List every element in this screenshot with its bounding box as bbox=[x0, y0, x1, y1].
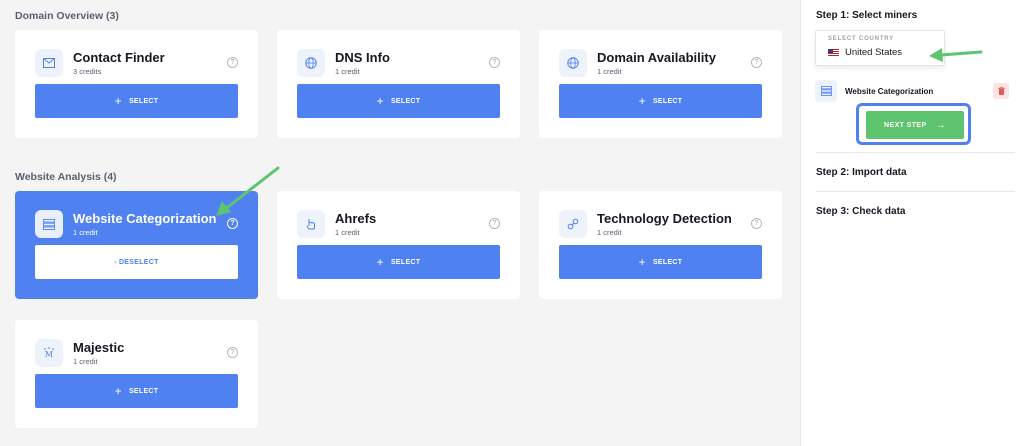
help-icon[interactable]: ? bbox=[227, 218, 238, 229]
deselect-button-website-categorization[interactable]: - DESELECT bbox=[35, 245, 238, 279]
card-dns-info: DNS Info 1 credit ? + SELECT bbox=[277, 30, 520, 138]
globe-icon bbox=[559, 49, 587, 77]
button-label: SELECT bbox=[128, 97, 159, 105]
card-title: Website Categorization bbox=[73, 211, 217, 226]
selected-miner-name: Website Categorization bbox=[845, 86, 934, 96]
step-1-title: Step 1: Select miners bbox=[816, 10, 918, 21]
card-credits: 3 credits bbox=[73, 67, 102, 76]
miners-area: Domain Overview (3) Contact Finder 3 cre… bbox=[0, 0, 800, 446]
next-step-label: NEXT STEP bbox=[884, 121, 927, 129]
button-label: SELECT bbox=[128, 387, 159, 395]
card-credits: 1 credit bbox=[335, 67, 360, 76]
trash-icon[interactable] bbox=[993, 83, 1009, 99]
majestic-icon: M bbox=[35, 339, 63, 367]
card-title: Majestic bbox=[73, 340, 125, 355]
select-button-dns-info[interactable]: + SELECT bbox=[297, 84, 500, 118]
card-title: DNS Info bbox=[335, 50, 390, 65]
help-icon[interactable]: ? bbox=[227, 57, 238, 68]
card-title: Domain Availability bbox=[597, 50, 716, 65]
card-title: Technology Detection bbox=[597, 211, 732, 226]
card-credits: 1 credit bbox=[597, 228, 622, 237]
card-contact-finder: Contact Finder 3 credits ? + SELECT bbox=[15, 30, 258, 138]
plus-icon: + bbox=[114, 384, 122, 398]
server-list-icon bbox=[815, 80, 837, 102]
card-credits: 1 credit bbox=[73, 228, 98, 237]
section-title-domain-overview: Domain Overview (3) bbox=[15, 10, 119, 22]
card-title: Ahrefs bbox=[335, 211, 377, 226]
minus-icon: - bbox=[114, 258, 117, 266]
svg-text:M: M bbox=[45, 350, 53, 359]
card-credits: 1 credit bbox=[597, 67, 622, 76]
select-button-domain-availability[interactable]: + SELECT bbox=[559, 84, 762, 118]
card-credits: 1 credit bbox=[335, 228, 360, 237]
select-button-majestic[interactable]: + SELECT bbox=[35, 374, 238, 408]
help-icon[interactable]: ? bbox=[489, 218, 500, 229]
button-label: DESELECT bbox=[118, 258, 159, 266]
help-icon[interactable]: ? bbox=[751, 57, 762, 68]
country-select[interactable]: SELECT COUNTRY United States bbox=[815, 30, 945, 66]
card-majestic: M Majestic 1 credit ? + SELECT bbox=[15, 320, 258, 428]
selected-miner-item: Website Categorization bbox=[815, 80, 1009, 102]
select-button-technology-detection[interactable]: + SELECT bbox=[559, 245, 762, 279]
server-list-icon bbox=[35, 210, 63, 238]
card-technology-detection: Technology Detection 1 credit ? + SELECT bbox=[539, 191, 782, 299]
card-title: Contact Finder bbox=[73, 50, 165, 65]
button-label: SELECT bbox=[652, 97, 683, 105]
steps-panel: Step 1: Select miners Step 2: Import dat… bbox=[800, 0, 1024, 446]
globe-icon bbox=[297, 49, 325, 77]
step-3-title[interactable]: Step 3: Check data bbox=[816, 206, 905, 217]
select-button-ahrefs[interactable]: + SELECT bbox=[297, 245, 500, 279]
envelope-icon bbox=[35, 49, 63, 77]
plus-icon: + bbox=[376, 94, 384, 108]
card-ahrefs: Ahrefs 1 credit ? + SELECT bbox=[277, 191, 520, 299]
button-label: SELECT bbox=[390, 258, 421, 266]
country-select-label: SELECT COUNTRY bbox=[828, 36, 894, 42]
section-title-website-analysis: Website Analysis (4) bbox=[15, 171, 117, 183]
help-icon[interactable]: ? bbox=[751, 218, 762, 229]
ahrefs-icon bbox=[297, 210, 325, 238]
button-label: SELECT bbox=[390, 97, 421, 105]
us-flag-icon bbox=[828, 49, 839, 56]
next-step-button[interactable]: NEXT STEP → bbox=[866, 111, 964, 139]
select-button-contact-finder[interactable]: + SELECT bbox=[35, 84, 238, 118]
step-2-title[interactable]: Step 2: Import data bbox=[816, 167, 907, 178]
card-credits: 1 credit bbox=[73, 357, 98, 366]
plus-icon: + bbox=[114, 94, 122, 108]
plus-icon: + bbox=[376, 255, 384, 269]
plus-icon: + bbox=[638, 94, 646, 108]
divider bbox=[816, 191, 1015, 192]
button-label: SELECT bbox=[652, 258, 683, 266]
help-icon[interactable]: ? bbox=[489, 57, 500, 68]
card-website-categorization: Website Categorization 1 credit ? - DESEL… bbox=[15, 191, 258, 299]
divider bbox=[816, 152, 1015, 153]
country-select-value: United States bbox=[845, 47, 903, 58]
arrow-right-icon: → bbox=[935, 119, 946, 131]
link-icon bbox=[559, 210, 587, 238]
card-domain-availability: Domain Availability 1 credit ? + SELECT bbox=[539, 30, 782, 138]
help-icon[interactable]: ? bbox=[227, 347, 238, 358]
plus-icon: + bbox=[638, 255, 646, 269]
